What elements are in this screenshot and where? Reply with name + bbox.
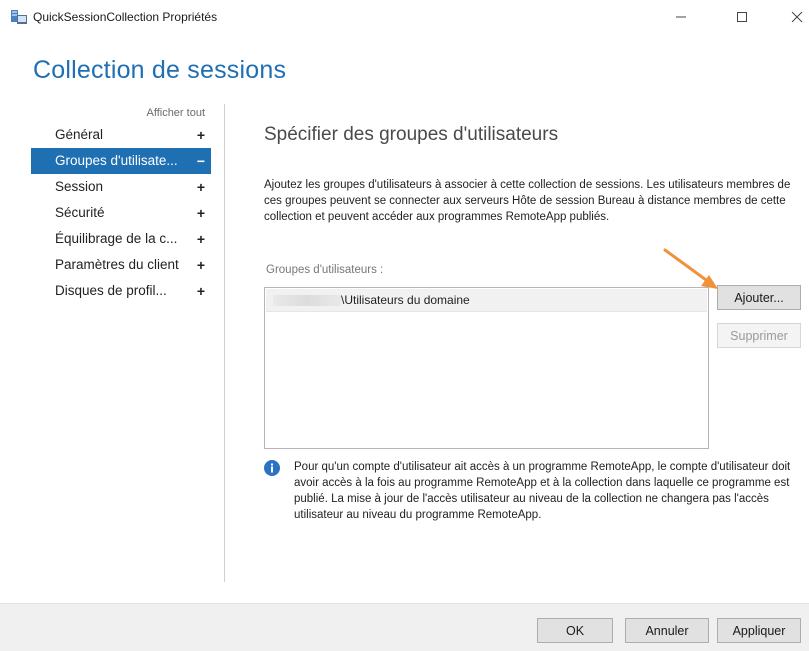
minimize-icon[interactable] [666, 6, 696, 28]
remove-button[interactable]: Supprimer [717, 323, 801, 348]
sidebar-item-session[interactable]: Session + [31, 174, 211, 200]
sidebar-item-security[interactable]: Sécurité + [31, 200, 211, 226]
sidebar-item-label: Général [55, 127, 104, 142]
sidebar-item-client-settings[interactable]: Paramètres du client + [31, 252, 211, 278]
sidebar-item-label: Équilibrage de la c... [55, 231, 178, 246]
sidebar-item-user-groups[interactable]: Groupes d'utilisate... − [31, 148, 211, 174]
sidebar-nav: Général + Groupes d'utilisate... − Sessi… [31, 122, 211, 304]
redacted-domain [273, 295, 341, 306]
sidebar-item-profile-disks[interactable]: Disques de profil... + [31, 278, 211, 304]
group-name: \Utilisateurs du domaine [341, 293, 470, 307]
sidebar-item-label: Groupes d'utilisate... [55, 153, 178, 168]
cancel-button[interactable]: Annuler [625, 618, 709, 643]
page-title: Collection de sessions [33, 56, 287, 84]
maximize-icon[interactable] [727, 6, 757, 28]
expand-icon: + [196, 179, 205, 195]
sidebar-item-label: Session [55, 179, 104, 194]
title-bar: QuickSessionCollection Propriétés [0, 0, 809, 34]
sidebar-item-label: Sécurité [55, 205, 105, 220]
window-title: QuickSessionCollection Propriétés [33, 10, 218, 24]
user-groups-list[interactable]: \Utilisateurs du domaine [264, 287, 709, 449]
info-message: Pour qu'un compte d'utilisateur ait accè… [294, 461, 791, 521]
add-button[interactable]: Ajouter... [717, 285, 801, 310]
sidebar-divider [224, 104, 225, 582]
expand-icon: + [196, 205, 205, 221]
section-description: Ajoutez les groupes d'utilisateurs à ass… [264, 179, 791, 223]
apply-button[interactable]: Appliquer [717, 618, 801, 643]
ok-button[interactable]: OK [537, 618, 613, 643]
close-icon[interactable] [782, 6, 809, 28]
section-title: Spécifier des groupes d'utilisateurs [264, 124, 559, 145]
expand-icon: + [196, 127, 205, 143]
sidebar-item-label: Paramètres du client [55, 257, 179, 272]
show-all-link[interactable]: Afficher tout [120, 107, 206, 119]
list-item[interactable]: \Utilisateurs du domaine [266, 289, 707, 312]
server-app-icon [11, 10, 27, 24]
sidebar-item-label: Disques de profil... [55, 283, 167, 298]
sidebar-item-load-balancing[interactable]: Équilibrage de la c... + [31, 226, 211, 252]
groups-label: Groupes d'utilisateurs : [266, 264, 384, 276]
expand-icon: + [196, 257, 205, 273]
sidebar-item-general[interactable]: Général + [31, 122, 211, 148]
expand-icon: + [196, 283, 205, 299]
collapse-icon: − [196, 153, 205, 169]
expand-icon: + [196, 231, 205, 247]
info-icon [264, 460, 280, 476]
